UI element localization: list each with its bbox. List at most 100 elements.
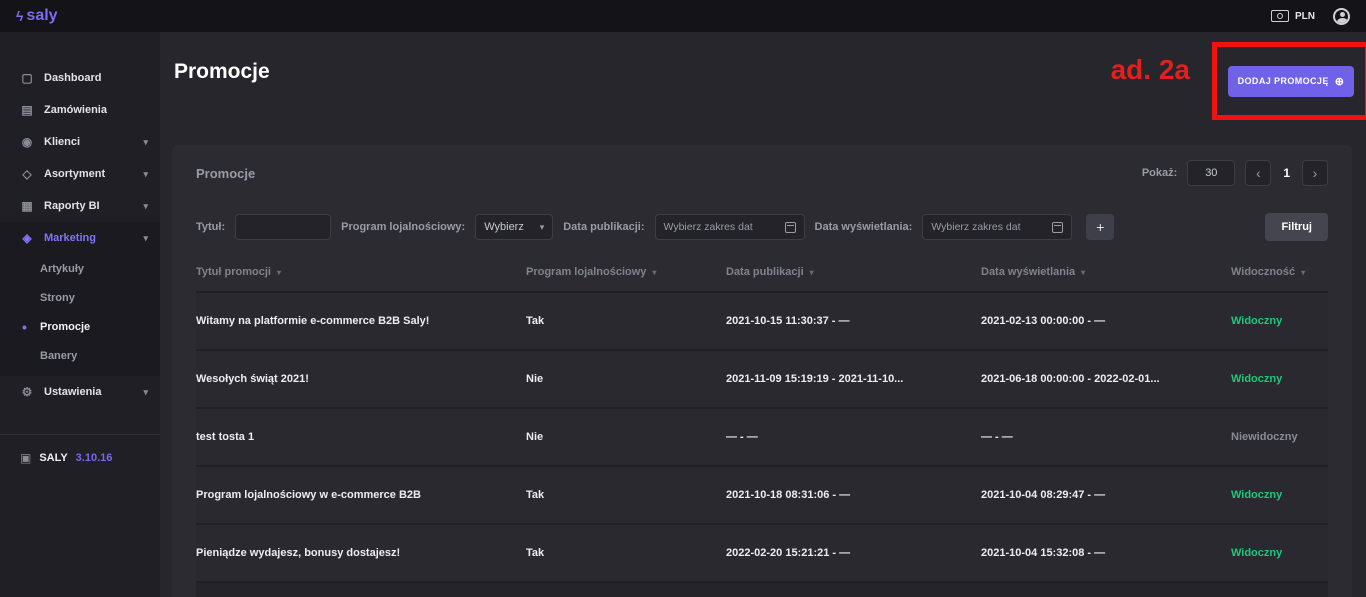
page-number: 1 <box>1283 166 1290 180</box>
title-filter-input[interactable] <box>235 214 331 240</box>
sidebar-subitem-articles[interactable]: Artykuły <box>0 254 160 283</box>
sidebar-item-marketing[interactable]: ◈Marketing▾ <box>0 222 160 254</box>
topbar-right: PLN <box>1271 8 1350 25</box>
currency-selector[interactable]: PLN <box>1271 10 1315 22</box>
add-promotion-label: DODAJ PROMOCJĘ <box>1238 76 1329 86</box>
cell-title: Pieniądze wydajesz, bonusy dostajesz! <box>196 547 526 559</box>
column-header[interactable]: Data publikacji ▾ <box>726 266 981 278</box>
dashboard-icon: ▢ <box>20 71 34 85</box>
publish-date-input[interactable]: Wybierz zakres dat <box>655 214 805 240</box>
gear-icon: ⚙ <box>20 385 34 399</box>
sidebar-subitem-label: Strony <box>40 292 160 304</box>
sidebar-subitem-promotions[interactable]: • Promocje <box>0 312 160 341</box>
cell-displayed: 2021-10-04 08:29:47 - — <box>981 489 1231 501</box>
sidebar-item-label: Marketing <box>44 232 133 244</box>
sidebar-item-orders[interactable]: ▤Zamówienia <box>0 94 160 126</box>
version-name: SALY <box>39 452 67 464</box>
cell-published: 2021-10-18 08:31:06 - — <box>726 489 981 501</box>
loyalty-filter-select[interactable]: Wybierz ▾ <box>475 214 553 240</box>
add-promotion-button[interactable]: DODAJ PROMOCJĘ ⊕ <box>1228 66 1355 97</box>
sidebar-item-reports-bi[interactable]: ▦ Raporty BI ▾ <box>0 190 160 222</box>
app-version-icon: ▣ <box>20 451 31 465</box>
orders-icon: ▤ <box>20 103 34 117</box>
sidebar-item-label: Ustawienia <box>44 386 133 398</box>
sidebar-subitem-label: Promocje <box>40 321 160 333</box>
active-dot: • <box>22 319 27 335</box>
column-header[interactable]: Widoczność▾ <box>1231 266 1328 278</box>
account-icon[interactable] <box>1333 8 1350 25</box>
clients-icon: ◉ <box>20 135 34 149</box>
display-date-label: Data wyświetlania: <box>815 221 913 233</box>
cell-title: Program lojalnościowy w e-commerce B2B <box>196 489 526 501</box>
reports-icon: ▦ <box>20 199 34 213</box>
assortment-icon: ◇ <box>20 167 34 181</box>
next-page-button[interactable]: › <box>1302 160 1328 186</box>
sort-icon: ▾ <box>277 268 281 277</box>
chevron-down-icon: ▾ <box>143 387 148 398</box>
cell-displayed: — - — <box>981 431 1231 443</box>
cell-loyalty: Tak <box>526 489 726 501</box>
cell-loyalty: Nie <box>526 431 726 443</box>
add-filter-button[interactable]: + <box>1086 214 1114 240</box>
prev-page-button[interactable]: ‹ <box>1245 160 1271 186</box>
sidebar-item-label: Klienci <box>44 136 133 148</box>
cell-title: Witamy na platformie e-commerce B2B Saly… <box>196 315 526 327</box>
chevron-down-icon: ▾ <box>143 233 148 244</box>
main-content: Promocje ad. 2a DODAJ PROMOCJĘ ⊕ Promocj… <box>160 32 1366 597</box>
cell-title: Wesołych świąt 2021! <box>196 373 526 385</box>
card-header: Promocje Pokaż: ‹ 1 › <box>196 145 1328 201</box>
cell-loyalty: Nie <box>526 373 726 385</box>
sort-icon: ▾ <box>1081 268 1085 277</box>
sidebar-subitem-pages[interactable]: Strony <box>0 283 160 312</box>
column-header-label: Data wyświetlania <box>981 266 1075 278</box>
sidebar-item-dashboard[interactable]: ▢ Dashboard <box>0 62 160 94</box>
chevron-down-icon: ▾ <box>143 169 148 180</box>
show-label: Pokaż: <box>1142 167 1177 179</box>
table-row[interactable]: Witamy na platformie e-commerce B2B Saly… <box>196 291 1328 349</box>
annotation-highlight-box: DODAJ PROMOCJĘ ⊕ <box>1212 42 1366 120</box>
card-title: Promocje <box>196 166 255 181</box>
column-header[interactable]: Tytuł promocji ▾ <box>196 266 526 278</box>
cell-loyalty: Tak <box>526 315 726 327</box>
promotions-card: Promocje Pokaż: ‹ 1 › Tytuł: Program loj… <box>172 145 1352 597</box>
cell-displayed: 2021-10-04 15:32:08 - — <box>981 547 1231 559</box>
chevron-down-icon: ▾ <box>143 201 148 212</box>
cell-published: 2022-02-20 15:21:21 - — <box>726 547 981 559</box>
marketing-submenu: Artykuły Strony • Promocje Banery <box>0 254 160 370</box>
filter-submit-button[interactable]: Filtruj <box>1265 213 1328 241</box>
column-header-label: Widoczność <box>1231 266 1295 278</box>
sidebar-nav: ▢Dashboard▤Zamówienia◉Klienci▾◇Asortymen… <box>0 62 160 222</box>
display-date-input[interactable]: Wybierz zakres dat <box>922 214 1072 240</box>
sidebar-item-clients[interactable]: ◉Klienci▾ <box>0 126 160 158</box>
sidebar-item-assortment[interactable]: ◇Asortyment▾ <box>0 158 160 190</box>
display-date-placeholder: Wybierz zakres dat <box>931 221 1020 233</box>
table-row[interactable]: Wesołych świąt 2021!Nie2021-11-09 15:19:… <box>196 349 1328 407</box>
version-number: 3.10.16 <box>76 452 113 464</box>
annotation-text: ad. 2a <box>1111 54 1190 86</box>
sort-icon: ▾ <box>810 268 814 277</box>
banknote-icon <box>1271 10 1289 22</box>
loyalty-filter-label: Program lojalnościowy: <box>341 221 465 233</box>
publish-date-placeholder: Wybierz zakres dat <box>664 221 753 233</box>
chevron-down-icon: ▾ <box>540 222 545 233</box>
table-row[interactable]: Pieniądze wydajesz, bonusy dostajesz!Tak… <box>196 523 1328 581</box>
filter-bar: Tytuł: Program lojalnościowy: Wybierz ▾ … <box>196 201 1328 253</box>
plus-circle-icon: ⊕ <box>1335 75 1345 88</box>
title-filter-label: Tytuł: <box>196 221 225 233</box>
page-size-input[interactable] <box>1187 160 1235 186</box>
table-footer <box>196 581 1328 597</box>
column-header-label: Data publikacji <box>726 266 804 278</box>
sidebar-item-settings[interactable]: ⚙ Ustawienia ▾ <box>0 376 160 408</box>
table-row[interactable]: Program lojalnościowy w e-commerce B2BTa… <box>196 465 1328 523</box>
loyalty-filter-value: Wybierz <box>484 221 524 233</box>
column-header[interactable]: Program lojalnościowy▾ <box>526 266 726 278</box>
app-logo[interactable]: ϟ saly <box>16 7 58 25</box>
cell-visibility: Widoczny <box>1231 547 1328 559</box>
sidebar-item-label: Raporty BI <box>44 200 133 212</box>
calendar-icon <box>1052 222 1063 233</box>
table-row[interactable]: test tosta 1Nie— - —— - —Niewidoczny <box>196 407 1328 465</box>
sidebar-subitem-banners[interactable]: Banery <box>0 341 160 370</box>
column-header-label: Tytuł promocji <box>196 266 271 278</box>
sidebar-item-label: Dashboard <box>44 72 148 84</box>
column-header[interactable]: Data wyświetlania ▾ <box>981 266 1231 278</box>
